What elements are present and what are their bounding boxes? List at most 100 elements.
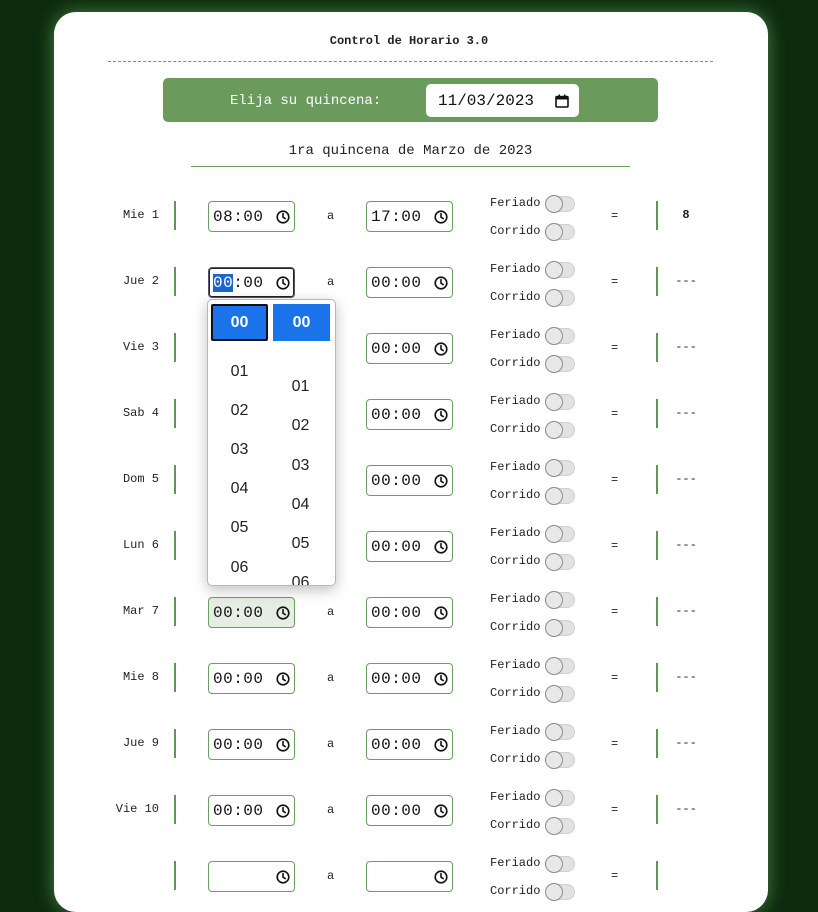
holiday-toggle[interactable] [545,591,575,609]
continuous-label: Corrido [490,488,541,502]
clock-icon[interactable] [276,869,290,884]
clock-icon[interactable] [434,605,448,620]
picker-minute-option[interactable]: 02 [272,417,329,435]
picker-hour-option[interactable]: 03 [211,441,268,459]
continuous-toggle[interactable] [545,619,575,637]
end-time-input[interactable]: 00:00 [366,531,453,562]
holiday-toggle[interactable] [545,459,575,477]
picker-minute-option[interactable]: 01 [272,378,329,396]
period-date-input[interactable]: 11/03/2023 [426,84,579,117]
clock-icon[interactable] [434,473,448,488]
picker-hour-option[interactable]: 04 [211,480,268,498]
start-time-input[interactable]: 08:00 [208,201,295,232]
end-time-input[interactable]: 17:00 [366,201,453,232]
title-divider [108,61,713,62]
clock-icon[interactable] [434,869,448,884]
day-total: --- [675,670,697,684]
holiday-toggle[interactable] [545,393,575,411]
continuous-toggle[interactable] [545,685,575,703]
end-time-input[interactable]: 00:00 [366,333,453,364]
holiday-toggle[interactable] [545,525,575,543]
equals-sign: = [611,671,619,685]
day-label: Vie 3 [122,340,159,354]
start-time-value: 00:00 [213,603,264,622]
start-time-value: 00:00 [213,801,264,820]
continuous-toggle[interactable] [545,817,575,835]
day-label: Jue 2 [122,274,159,288]
picker-minute-option[interactable]: 06 [272,574,329,585]
end-time-input[interactable]: 00:00 [366,465,453,496]
clock-icon[interactable] [276,803,290,818]
end-time-input[interactable]: 00:00 [366,729,453,760]
picker-hour-option[interactable]: 05 [211,519,268,537]
clock-icon[interactable] [276,605,290,620]
picker-selected-minute[interactable]: 00 [273,304,330,341]
holiday-toggle[interactable] [545,195,575,213]
holiday-toggle[interactable] [545,261,575,279]
equals-sign: = [611,407,619,421]
end-time-input[interactable] [366,861,453,892]
equals-sign: = [611,803,619,817]
picker-minute-option[interactable]: 03 [272,457,329,475]
row-divider-left [174,663,176,692]
continuous-toggle[interactable] [545,421,575,439]
clock-icon[interactable] [434,407,448,422]
day-total: 8 [682,208,690,222]
picker-hour-option[interactable]: 01 [211,363,268,381]
picker-selected-hour[interactable]: 00 [211,304,268,341]
continuous-toggle[interactable] [545,355,575,373]
clock-icon[interactable] [276,209,290,224]
start-time-input[interactable]: 00:00 [208,795,295,826]
row-divider-right [656,333,658,362]
end-time-input[interactable]: 00:00 [366,399,453,430]
end-time-value: 00:00 [371,471,422,490]
end-time-input[interactable]: 00:00 [366,795,453,826]
holiday-label: Feriado [490,394,541,408]
clock-icon[interactable] [434,803,448,818]
continuous-toggle[interactable] [545,751,575,769]
start-time-input[interactable] [208,861,295,892]
clock-icon[interactable] [276,737,290,752]
day-label: Dom 5 [122,472,159,486]
holiday-toggle[interactable] [545,789,575,807]
start-time-input[interactable]: 00:00 [208,267,295,298]
clock-icon[interactable] [434,209,448,224]
continuous-toggle[interactable] [545,487,575,505]
continuous-toggle[interactable] [545,289,575,307]
continuous-label: Corrido [490,356,541,370]
picker-minute-option[interactable]: 04 [272,496,329,514]
end-time-input[interactable]: 00:00 [366,663,453,694]
holiday-toggle[interactable] [545,855,575,873]
clock-icon[interactable] [434,539,448,554]
toggle-knob [545,223,563,241]
day-total: --- [675,604,697,618]
end-time-input[interactable]: 00:00 [366,267,453,298]
continuous-toggle[interactable] [545,883,575,901]
start-time-input[interactable]: 00:00 [208,729,295,760]
picker-hour-option[interactable]: 02 [211,402,268,420]
end-time-value: 00:00 [371,669,422,688]
end-time-input[interactable]: 00:00 [366,597,453,628]
clock-icon[interactable] [434,671,448,686]
end-time-value: 00:00 [371,339,422,358]
start-time-input[interactable]: 00:00 [208,663,295,694]
clock-icon[interactable] [434,275,448,290]
continuous-toggle[interactable] [545,553,575,571]
clock-icon[interactable] [434,341,448,356]
holiday-toggle[interactable] [545,327,575,345]
day-label: Mar 7 [122,604,159,618]
holiday-toggle[interactable] [545,723,575,741]
holiday-toggle[interactable] [545,657,575,675]
row-divider-right [656,795,658,824]
clock-icon[interactable] [434,737,448,752]
start-time-value: 08:00 [213,207,264,226]
clock-icon[interactable] [276,275,290,290]
picker-minute-option[interactable]: 05 [272,535,329,553]
clock-icon[interactable] [276,671,290,686]
picker-hour-option[interactable]: 06 [211,559,268,577]
row-divider-right [656,267,658,296]
start-time-input[interactable]: 00:00 [208,597,295,628]
continuous-toggle[interactable] [545,223,575,241]
toggle-knob [545,393,563,411]
calendar-icon[interactable] [555,94,569,108]
